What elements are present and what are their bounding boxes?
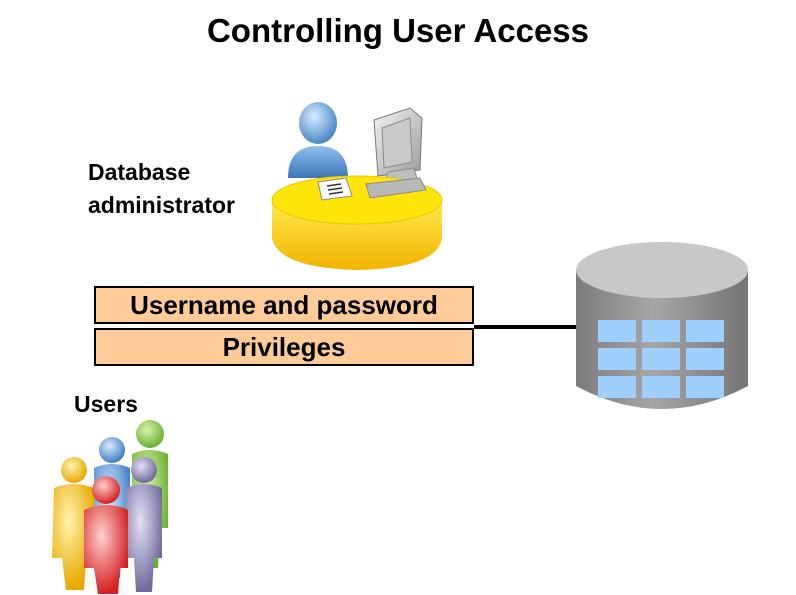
users-group-icon: [52, 420, 168, 594]
admin-label-line2: administrator: [88, 192, 235, 218]
database-icon: [576, 242, 748, 409]
database-grid: [598, 320, 724, 398]
users-label: Users: [74, 391, 138, 417]
admin-label: Database administrator: [88, 156, 235, 222]
username-password-box: Username and password: [94, 286, 474, 324]
privileges-box: Privileges: [94, 328, 474, 366]
connector-line: [474, 325, 578, 329]
page-title: Controlling User Access: [206, 12, 590, 49]
admin-desk-icon: [271, 102, 443, 270]
admin-label-line1: Database: [88, 159, 191, 185]
